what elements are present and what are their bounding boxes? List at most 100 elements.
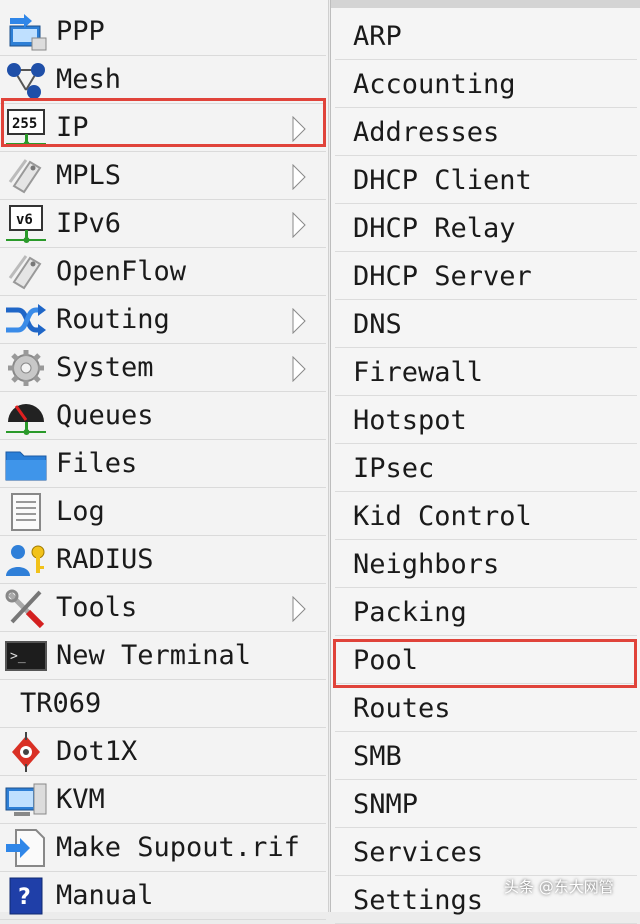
submenu-item-dns[interactable]: DNS [335,300,637,348]
submenu-item-hotspot[interactable]: Hotspot [335,396,637,444]
folder-icon [4,444,48,484]
submenu-item-label: DHCP Server [353,261,532,292]
submenu-item-addresses[interactable]: Addresses [335,108,637,156]
submenu-item-label: Hotspot [353,405,467,436]
submenu-item-neighbors[interactable]: Neighbors [335,540,637,588]
submenu-item-routes[interactable]: Routes [335,684,637,732]
menu-item-label: Make Supout.rif [56,832,300,863]
menu-item-dot1x[interactable]: Dot1X [0,728,326,776]
log-document-icon [4,492,48,532]
menu-item-new-terminal[interactable]: >_ New Terminal [0,632,326,680]
menu-item-label: RADIUS [56,544,154,575]
menu-item-label: IP [56,112,89,143]
menu-item-mpls[interactable]: MPLS [0,152,326,200]
submenu-item-label: Packing [353,597,467,628]
submenu-item-label: DHCP Relay [353,213,516,244]
submenu-item-arp[interactable]: ARP [335,12,637,60]
menu-item-kvm[interactable]: KVM [0,776,326,824]
manual-help-icon: ? [4,876,48,916]
menu-item-make-supout[interactable]: Make Supout.rif [0,824,326,872]
mesh-icon [4,60,48,100]
submenu-arrow-icon [292,308,306,334]
menu-item-radius[interactable]: RADIUS [0,536,326,584]
menu-item-label: System [56,352,154,383]
submenu-item-kid-control[interactable]: Kid Control [335,492,637,540]
submenu-item-dhcp-relay[interactable]: DHCP Relay [335,204,637,252]
submenu-item-label: Pool [353,645,419,676]
openflow-tag-icon [4,252,48,292]
menu-item-log[interactable]: Log [0,488,326,536]
submenu-item-label: Accounting [353,69,516,100]
submenu-item-dhcp-server[interactable]: DHCP Server [335,252,637,300]
submenu-top-edge [331,0,640,8]
submenu-item-label: ARP [353,21,402,52]
svg-text:255: 255 [12,116,37,132]
ip-255-icon: 255 [4,108,48,148]
gear-icon [4,348,48,388]
submenu-item-label: DNS [353,309,402,340]
submenu-item-accounting[interactable]: Accounting [335,60,637,108]
submenu-item-services[interactable]: Services [335,828,637,876]
menu-item-label: IPv6 [56,208,122,239]
submenu-item-label: Services [353,837,484,868]
submenu-item-label: Routes [353,693,451,724]
menu-item-tr069[interactable]: TR069 [0,680,326,728]
submenu-arrow-icon [292,116,306,142]
menu-item-label: Queues [56,400,154,431]
submenu-item-label: Kid Control [353,501,532,532]
menu-item-ppp[interactable]: PPP [0,8,326,56]
submenu-item-dhcp-client[interactable]: DHCP Client [335,156,637,204]
menu-item-manual[interactable]: ? Manual [0,872,326,920]
submenu-item-label: Addresses [353,117,500,148]
menu-item-label: Tools [56,592,138,623]
terminal-icon: >_ [4,636,48,676]
menu-item-mesh[interactable]: Mesh [0,56,326,104]
menu-item-routing[interactable]: Routing [0,296,326,344]
menu-item-label: OpenFlow [56,256,187,287]
supout-file-icon [4,828,48,868]
submenu-item-label: Settings [353,885,484,916]
submenu-item-smb[interactable]: SMB [335,732,637,780]
gauge-icon [4,396,48,436]
submenu-arrow-icon [292,212,306,238]
ip-submenu: ARP Accounting Addresses DHCP Client DHC… [330,0,640,924]
menu-item-label: TR069 [20,688,102,719]
svg-text:?: ? [18,885,31,910]
menu-item-label: Mesh [56,64,122,95]
submenu-item-snmp[interactable]: SNMP [335,780,637,828]
submenu-arrow-icon [292,164,306,190]
ipv6-icon: v6 [4,204,48,244]
menu-item-ip[interactable]: 255 IP [0,104,326,152]
menu-item-label: KVM [56,784,105,815]
menu-item-label: PPP [56,16,105,47]
routing-arrows-icon [4,300,48,340]
submenu-item-label: Firewall [353,357,484,388]
menu-item-label: Manual [56,880,154,911]
menu-item-queues[interactable]: Queues [0,392,326,440]
menu-item-tools[interactable]: Tools [0,584,326,632]
submenu-arrow-icon [292,596,306,622]
submenu-item-label: SMB [353,741,402,772]
watermark: 头条 @东大网管 [504,878,614,896]
submenu-item-label: Neighbors [353,549,500,580]
menu-item-openflow[interactable]: OpenFlow [0,248,326,296]
menu-item-label: Dot1X [56,736,138,767]
svg-text:>_: >_ [10,649,26,664]
submenu-item-firewall[interactable]: Firewall [335,348,637,396]
tools-icon [4,588,48,628]
dot1x-icon [4,732,48,772]
menu-item-files[interactable]: Files [0,440,326,488]
menu-item-label: New Terminal [56,640,252,671]
submenu-item-ipsec[interactable]: IPsec [335,444,637,492]
submenu-arrow-icon [292,356,306,382]
menu-item-label: Log [56,496,105,527]
submenu-item-packing[interactable]: Packing [335,588,637,636]
submenu-item-label: DHCP Client [353,165,532,196]
menu-item-system[interactable]: System [0,344,326,392]
submenu-item-pool[interactable]: Pool [335,636,637,684]
kvm-icon [4,780,48,820]
svg-text:v6: v6 [16,212,33,228]
user-key-icon [4,540,48,580]
menu-item-ipv6[interactable]: v6 IPv6 [0,200,326,248]
menu-item-label: Files [56,448,138,479]
